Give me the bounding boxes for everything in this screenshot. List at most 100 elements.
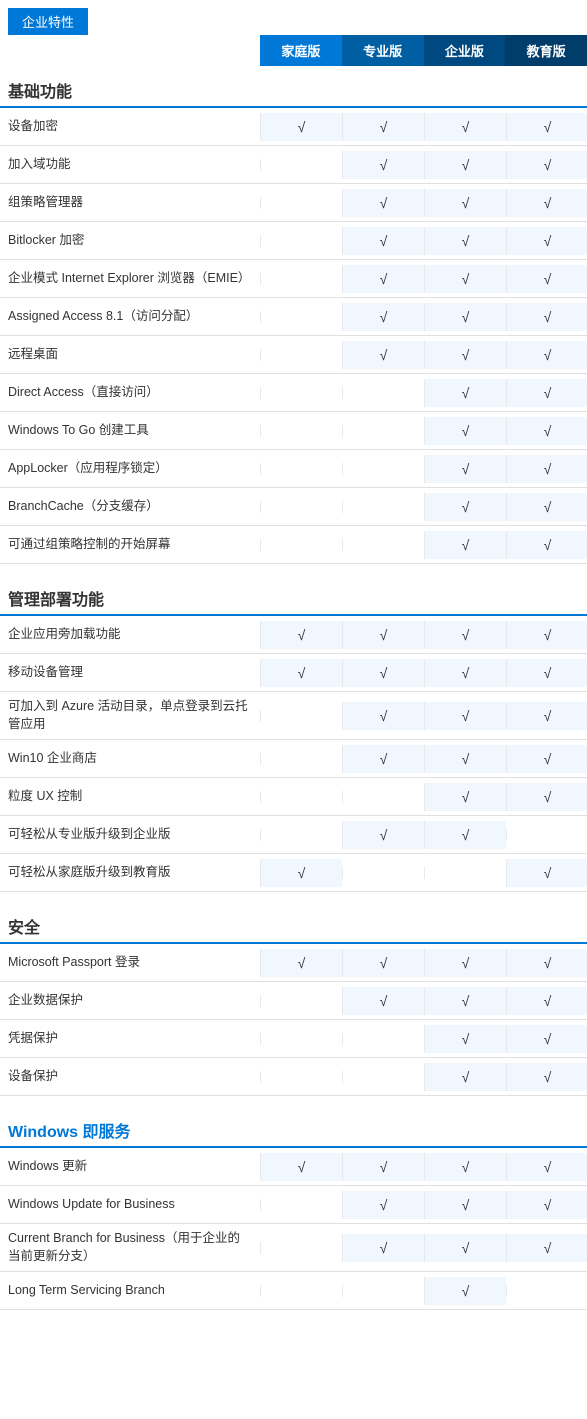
feature-cell: √: [342, 151, 424, 179]
feature-name: 可通过组策略控制的开始屏幕: [0, 530, 260, 560]
feature-cell: √: [424, 379, 506, 407]
feature-cell: √: [424, 1153, 506, 1181]
feature-cell: √: [424, 189, 506, 217]
feature-row: Bitlocker 加密√√√: [0, 222, 587, 260]
feature-cell: √: [506, 949, 587, 977]
feature-name: 设备保护: [0, 1062, 260, 1092]
feature-cell: [342, 1033, 424, 1045]
feature-cell: [260, 197, 342, 209]
page-wrapper: 企业特性 家庭版 专业版 企业版 教育版 基础功能设备加密√√√√加入域功能√√…: [0, 0, 587, 1320]
feature-cell: √: [424, 1025, 506, 1053]
feature-row: BranchCache（分支缓存）√√: [0, 488, 587, 526]
feature-row: Current Branch for Business（用于企业的当前更新分支）…: [0, 1224, 587, 1272]
feature-row: AppLocker（应用程序锁定）√√: [0, 450, 587, 488]
feature-cell: [260, 463, 342, 475]
feature-row: Windows Update for Business√√√: [0, 1186, 587, 1224]
feature-cell: √: [424, 987, 506, 1015]
feature-cell: √: [342, 987, 424, 1015]
section-title-0: 基础功能: [0, 66, 587, 108]
feature-cell: [260, 710, 342, 722]
feature-row: 可通过组策略控制的开始屏幕√√: [0, 526, 587, 564]
feature-name: Long Term Servicing Branch: [0, 1276, 260, 1306]
feature-cell: [260, 1199, 342, 1211]
feature-cell: √: [260, 859, 342, 887]
feature-name: Microsoft Passport 登录: [0, 948, 260, 978]
feature-row: 企业模式 Internet Explorer 浏览器（EMIE）√√√: [0, 260, 587, 298]
feature-name: 企业应用旁加载功能: [0, 620, 260, 650]
feature-name: Windows 更新: [0, 1152, 260, 1182]
enterprise-tag: 企业特性: [0, 0, 587, 35]
feature-cell: √: [342, 1234, 424, 1262]
feature-cell: √: [424, 455, 506, 483]
section-spacer: [0, 1310, 587, 1320]
feature-row: 可轻松从家庭版升级到教育版√√: [0, 854, 587, 892]
feature-cell: [260, 1285, 342, 1297]
feature-cell: √: [424, 621, 506, 649]
feature-cell: [260, 311, 342, 323]
feature-cell: √: [260, 949, 342, 977]
feature-cell: [342, 425, 424, 437]
feature-cell: [260, 425, 342, 437]
feature-name: 可加入到 Azure 活动目录，单点登录到云托管应用: [0, 692, 260, 739]
feature-cell: √: [506, 493, 587, 521]
feature-cell: [260, 753, 342, 765]
feature-cell: √: [342, 659, 424, 687]
feature-name: 加入域功能: [0, 150, 260, 180]
feature-cell: √: [342, 1153, 424, 1181]
feature-cell: √: [506, 113, 587, 141]
feature-cell: √: [260, 659, 342, 687]
feature-name: Current Branch for Business（用于企业的当前更新分支）: [0, 1224, 260, 1271]
feature-cell: √: [342, 702, 424, 730]
feature-name: 粒度 UX 控制: [0, 782, 260, 812]
feature-cell: √: [506, 1025, 587, 1053]
feature-row: 设备保护√√: [0, 1058, 587, 1096]
feature-name: Direct Access（直接访问）: [0, 378, 260, 408]
feature-cell: √: [506, 531, 587, 559]
section-title-1: 管理部署功能: [0, 574, 587, 616]
feature-cell: [260, 349, 342, 361]
feature-row: 企业数据保护√√√: [0, 982, 587, 1020]
feature-cell: √: [342, 113, 424, 141]
feature-cell: [260, 235, 342, 247]
feature-cell: √: [506, 417, 587, 445]
section-spacer: [0, 892, 587, 902]
feature-cell: [260, 1242, 342, 1254]
feature-cell: √: [506, 303, 587, 331]
feature-cell: √: [506, 745, 587, 773]
feature-cell: [260, 995, 342, 1007]
feature-cell: [342, 867, 424, 879]
section-spacer: [0, 564, 587, 574]
feature-row: Microsoft Passport 登录√√√√: [0, 944, 587, 982]
feature-cell: [260, 387, 342, 399]
feature-cell: √: [342, 341, 424, 369]
feature-cell: √: [260, 113, 342, 141]
feature-name: 远程桌面: [0, 340, 260, 370]
feature-cell: [342, 501, 424, 513]
feature-cell: [342, 539, 424, 551]
feature-name: AppLocker（应用程序锁定）: [0, 454, 260, 484]
feature-cell: [342, 1071, 424, 1083]
feature-name: Bitlocker 加密: [0, 226, 260, 256]
feature-cell: √: [424, 417, 506, 445]
feature-cell: √: [424, 113, 506, 141]
feature-row: Windows 更新√√√√: [0, 1148, 587, 1186]
feature-cell: √: [260, 1153, 342, 1181]
feature-cell: √: [424, 227, 506, 255]
feature-cell: √: [342, 265, 424, 293]
feature-cell: √: [506, 265, 587, 293]
feature-cell: [342, 791, 424, 803]
col-header-home: 家庭版: [260, 35, 342, 66]
feature-cell: [260, 273, 342, 285]
feature-cell: √: [506, 987, 587, 1015]
feature-cell: √: [506, 1153, 587, 1181]
feature-row: 设备加密√√√√: [0, 108, 587, 146]
feature-cell: √: [342, 745, 424, 773]
feature-cell: √: [342, 949, 424, 977]
feature-cell: √: [506, 1191, 587, 1219]
feature-cell: [260, 1033, 342, 1045]
feature-cell: [424, 867, 506, 879]
feature-cell: √: [342, 227, 424, 255]
feature-cell: √: [506, 341, 587, 369]
feature-name: Win10 企业商店: [0, 744, 260, 774]
feature-cell: √: [260, 621, 342, 649]
